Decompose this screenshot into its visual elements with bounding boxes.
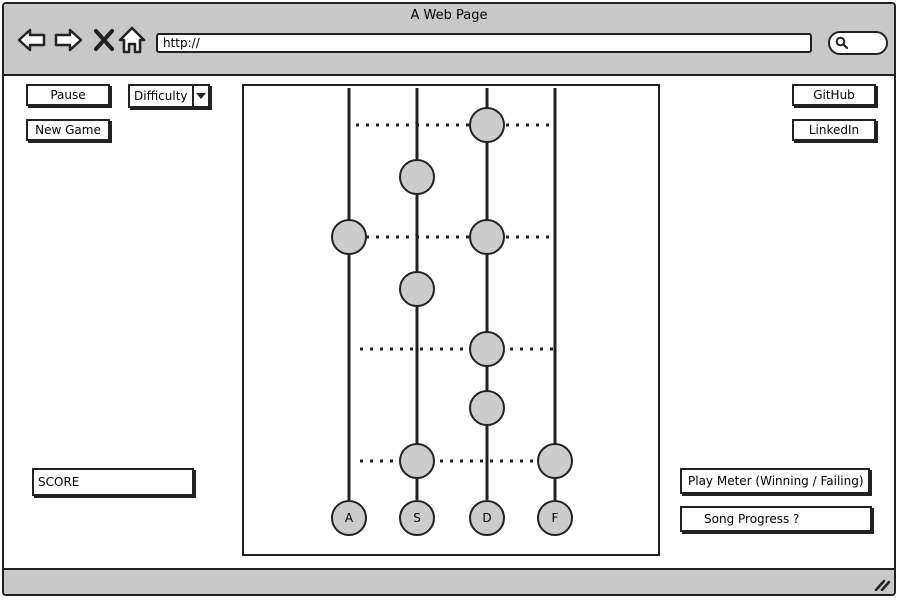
- note: [537, 443, 573, 479]
- note: [469, 219, 505, 255]
- difficulty-select[interactable]: Difficulty: [128, 84, 210, 108]
- key-target-a[interactable]: A: [331, 500, 367, 536]
- key-label-a: A: [345, 511, 354, 525]
- score-display: SCORE: [32, 468, 194, 496]
- note: [469, 107, 505, 143]
- new-game-button[interactable]: New Game: [26, 119, 110, 141]
- resize-grip-icon[interactable]: [874, 577, 890, 591]
- linkedin-button[interactable]: LinkedIn: [792, 119, 876, 141]
- url-input[interactable]: http://: [156, 33, 812, 53]
- game-board: A S D F: [242, 84, 660, 556]
- chevron-down-icon: [192, 86, 208, 106]
- note: [469, 331, 505, 367]
- search-field[interactable]: [828, 31, 888, 55]
- github-button[interactable]: GitHub: [792, 84, 876, 106]
- key-target-f[interactable]: F: [537, 500, 573, 536]
- arrow-left-icon[interactable]: [16, 24, 48, 56]
- window-title: A Web Page: [410, 8, 488, 23]
- key-label-s: S: [413, 511, 421, 525]
- key-targets: A S D F: [331, 500, 573, 536]
- browser-window: A Web Page http:// Pause New Game Diffic…: [2, 2, 896, 596]
- note: [399, 271, 435, 307]
- falling-notes: [331, 107, 573, 479]
- key-target-s[interactable]: S: [399, 500, 435, 536]
- home-icon[interactable]: [116, 24, 148, 56]
- note: [399, 159, 435, 195]
- key-target-d[interactable]: D: [469, 500, 505, 536]
- arrow-right-icon[interactable]: [52, 24, 84, 56]
- play-meter: Play Meter (Winning / Failing): [680, 468, 870, 494]
- lane-lines: [347, 88, 557, 500]
- key-label-d: D: [482, 511, 491, 525]
- status-bar: [4, 568, 894, 594]
- search-icon: [835, 36, 849, 50]
- song-progress: Song Progress ?: [680, 506, 872, 532]
- beat-lines: [356, 123, 554, 463]
- difficulty-label: Difficulty: [134, 89, 188, 103]
- note: [399, 443, 435, 479]
- pause-button[interactable]: Pause: [26, 84, 110, 106]
- note: [331, 219, 367, 255]
- key-label-f: F: [552, 511, 559, 525]
- browser-toolbar: A Web Page http://: [4, 4, 894, 76]
- game-canvas: A S D F: [331, 88, 573, 536]
- note: [469, 390, 505, 426]
